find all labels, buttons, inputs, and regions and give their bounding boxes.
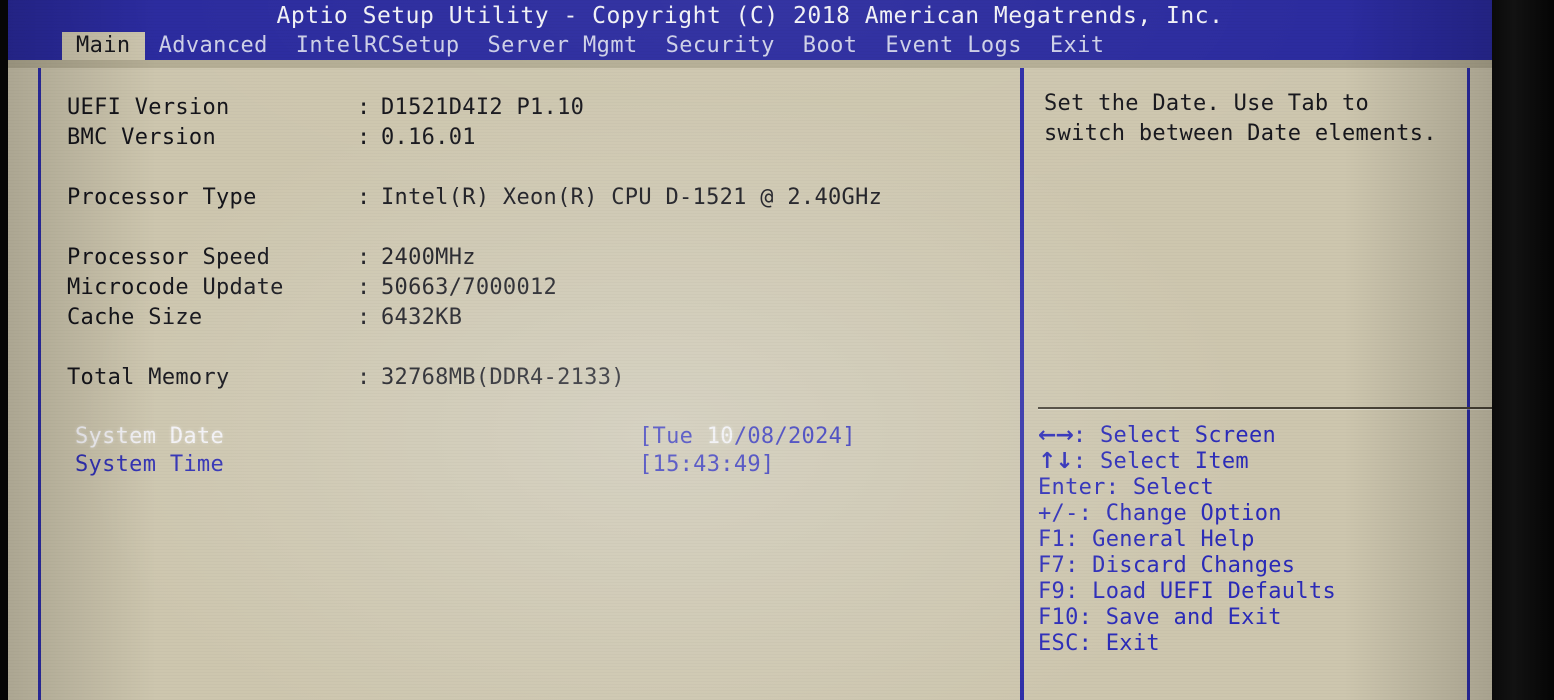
info-value: 6432KB [381, 305, 463, 330]
key-legend-row: F7: Discard Changes [1038, 553, 1461, 579]
body-frame: UEFI Version : D1521D4I2 P1.10 BMC Versi… [38, 64, 1492, 700]
arrow-keys-icon: ←→ [1038, 423, 1074, 448]
system-time-row[interactable]: System Time [15:43:49] [67, 451, 1017, 479]
key-legend-row: F1: General Help [1038, 527, 1461, 553]
tab-server-mgmt[interactable]: Server Mgmt [474, 32, 652, 60]
info-label: UEFI Version [67, 95, 230, 120]
key-legend-row: F10: Save and Exit [1038, 605, 1461, 631]
tab-security[interactable]: Security [652, 32, 789, 60]
info-label: Cache Size [67, 305, 203, 330]
info-row-total-memory: Total Memory : 32768MB(DDR4-2133) [67, 363, 1017, 393]
info-colon: : [357, 185, 371, 210]
info-colon: : [357, 245, 371, 270]
key-legend-label: ESC: Exit [1038, 631, 1160, 656]
info-row-processor-speed: Processor Speed : 2400MHz [67, 243, 1017, 273]
info-value: 32768MB(DDR4-2133) [381, 365, 625, 390]
system-time-value[interactable]: [15:43:49] [639, 451, 774, 479]
system-date-suffix: /08/2024] [733, 424, 856, 449]
help-separator [1038, 407, 1492, 409]
tab-main[interactable]: Main [62, 32, 145, 60]
key-legend-label: Enter: Select [1038, 475, 1215, 500]
info-row-uefi-version: UEFI Version : D1521D4I2 P1.10 [67, 93, 1017, 123]
info-row-microcode-update: Microcode Update : 50663/7000012 [67, 273, 1017, 303]
page-title: Aptio Setup Utility - Copyright (C) 2018… [8, 0, 1492, 32]
key-legend-label: F7: Discard Changes [1038, 553, 1296, 578]
key-legend-label: : Select Screen [1072, 423, 1277, 448]
key-legend-label: +/-: Change Option [1038, 501, 1282, 526]
info-value: Intel(R) Xeon(R) CPU D-1521 @ 2.40GHz [381, 185, 883, 210]
menu-bar: Main Advanced IntelRCSetup Server Mgmt Secur… [8, 32, 1492, 60]
tab-intelrcsetup[interactable]: IntelRCSetup [282, 32, 474, 60]
menu-tab-strip: Main Advanced IntelRCSetup Server Mgmt Secur… [62, 32, 1118, 60]
monitor-photo: Aptio Setup Utility - Copyright (C) 2018… [0, 0, 1554, 700]
info-label: Microcode Update [67, 275, 284, 300]
key-legend-row: ←→: Select Screen [1038, 423, 1461, 449]
info-colon: : [357, 275, 371, 300]
system-date-value[interactable]: [Tue 10/08/2024] [639, 423, 856, 451]
row-spacer [67, 153, 1017, 183]
key-legend-label: F10: Save and Exit [1038, 605, 1282, 630]
info-value: 2400MHz [381, 245, 476, 270]
row-spacer [67, 333, 1017, 363]
info-row-bmc-version: BMC Version : 0.16.01 [67, 123, 1017, 153]
info-label: BMC Version [67, 125, 216, 150]
key-legend-row: ESC: Exit [1038, 631, 1461, 657]
help-panel: Set the Date. Use Tab to switch between … [1024, 67, 1492, 700]
info-value: 50663/7000012 [381, 275, 558, 300]
info-colon: : [357, 365, 371, 390]
key-legend-row: F9: Load UEFI Defaults [1038, 579, 1461, 605]
key-legend-label: F1: General Help [1038, 527, 1255, 552]
info-row-cache-size: Cache Size : 6432KB [67, 303, 1017, 333]
system-date-row[interactable]: System Date [Tue 10/08/2024] [67, 423, 1017, 451]
tab-advanced[interactable]: Advanced [145, 32, 282, 60]
info-label: Processor Type [67, 185, 257, 210]
row-spacer [67, 213, 1017, 243]
info-label: Total Memory [67, 365, 230, 390]
info-colon: : [357, 305, 371, 330]
info-value: 0.16.01 [381, 125, 476, 150]
system-date-prefix: [Tue [639, 424, 707, 449]
settings-panel: UEFI Version : D1521D4I2 P1.10 BMC Versi… [41, 67, 1017, 700]
key-legend: ←→: Select Screen ↑↓: Select Item Enter: S… [1038, 423, 1461, 657]
system-time-label: System Time [75, 452, 224, 477]
row-spacer [67, 393, 1017, 423]
system-date-month-field[interactable]: 10 [707, 424, 734, 449]
tab-event-logs[interactable]: Event Logs [871, 32, 1035, 60]
info-label: Processor Speed [67, 245, 271, 270]
tab-boot[interactable]: Boot [789, 32, 872, 60]
system-date-label: System Date [75, 424, 224, 449]
key-legend-row: Enter: Select [1038, 475, 1461, 501]
info-colon: : [357, 95, 371, 120]
monitor-bezel-left [0, 0, 8, 700]
key-legend-label: F9: Load UEFI Defaults [1038, 579, 1336, 604]
info-value: D1521D4I2 P1.10 [381, 95, 585, 120]
info-row-processor-type: Processor Type : Intel(R) Xeon(R) CPU D-… [67, 183, 1017, 213]
arrow-keys-icon: ↑↓ [1038, 449, 1074, 474]
help-description: Set the Date. Use Tab to switch between … [1044, 91, 1437, 146]
bios-setup-screen: Aptio Setup Utility - Copyright (C) 2018… [8, 0, 1492, 700]
menu-underline [8, 60, 1492, 68]
tab-exit[interactable]: Exit [1036, 32, 1119, 60]
info-colon: : [357, 125, 371, 150]
key-legend-label: : Select Item [1072, 449, 1249, 474]
key-legend-row: +/-: Change Option [1038, 501, 1461, 527]
monitor-bezel-right [1492, 0, 1554, 700]
key-legend-row: ↑↓: Select Item [1038, 449, 1461, 475]
